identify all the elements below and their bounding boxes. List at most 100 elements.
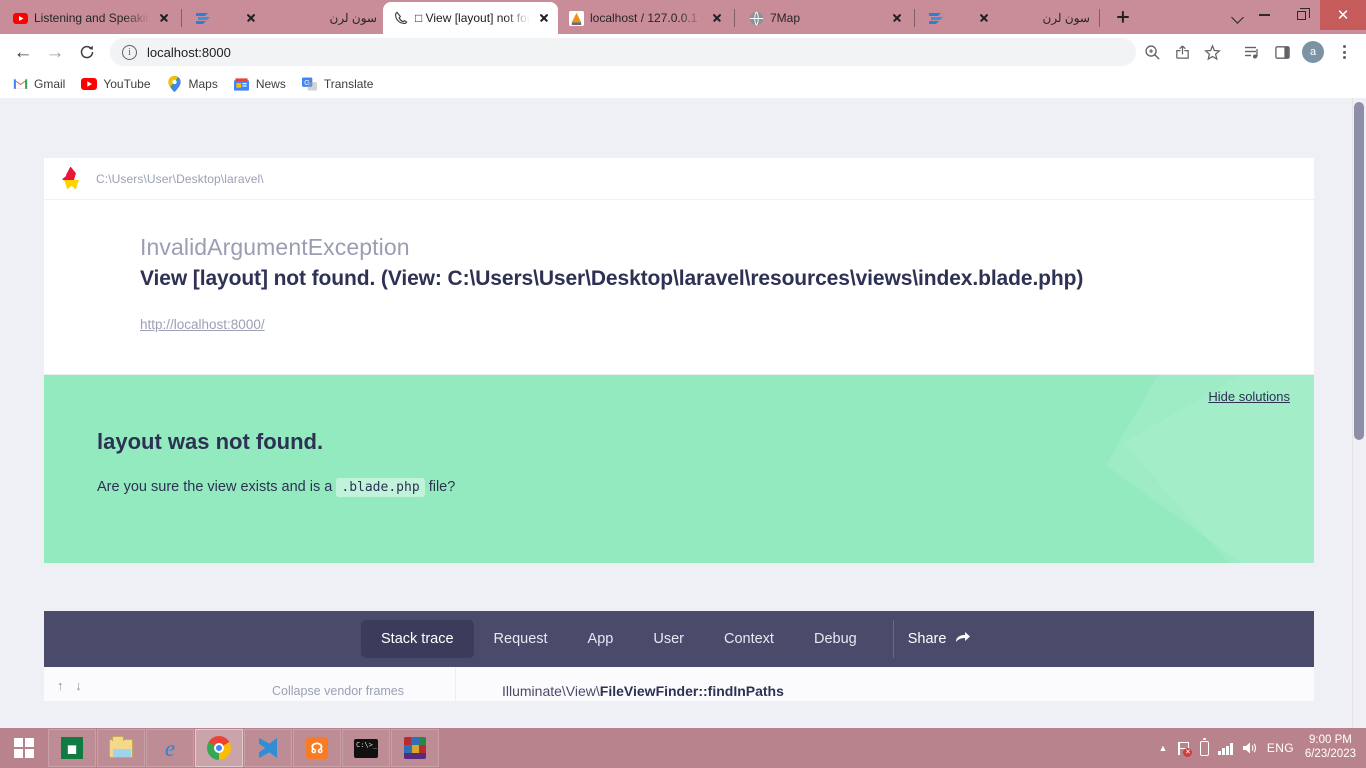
close-window-button[interactable]: ✕ <box>1320 0 1366 30</box>
tab-label: User <box>653 631 684 647</box>
solution-title: layout was not found. <box>97 429 324 454</box>
side-panel-icon[interactable] <box>1268 38 1296 66</box>
taskbar-winrar[interactable] <box>391 729 439 767</box>
language-indicator[interactable]: ENG <box>1267 741 1294 755</box>
close-icon[interactable] <box>976 10 992 26</box>
scrollbar-thumb[interactable] <box>1354 102 1364 440</box>
tab-pinned-sevenlearn-2[interactable] <box>918 2 966 34</box>
clock-time: 9:00 PM <box>1309 734 1352 747</box>
avatar[interactable]: a <box>1302 41 1324 63</box>
clock[interactable]: 9:00 PM 6/23/2023 <box>1303 734 1356 761</box>
solution-desc-before: Are you sure the view exists and is a <box>97 479 333 495</box>
bookmark-maps[interactable]: Maps <box>167 76 218 92</box>
folder-icon <box>108 735 134 761</box>
bookmark-star-icon[interactable] <box>1198 38 1226 66</box>
close-icon[interactable] <box>889 10 905 26</box>
tab-divider <box>1099 9 1100 27</box>
tab-sevenlearn-1[interactable]: سون لرن <box>233 2 383 34</box>
site-info-icon[interactable]: i <box>122 44 137 60</box>
network-bars-icon[interactable] <box>1218 742 1233 755</box>
sort-arrows-icon[interactable]: ↑ ↓ <box>57 678 86 693</box>
taskbar-microsoft-store[interactable] <box>48 729 96 767</box>
action-center-flag-icon[interactable]: ✕ <box>1176 741 1193 757</box>
ignition-flame-icon <box>62 166 82 191</box>
solution-body: layout was not found. Are you sure the v… <box>44 375 1314 497</box>
taskbar-visual-studio-code[interactable] <box>244 729 292 767</box>
bookmark-youtube[interactable]: YouTube <box>81 76 151 92</box>
frame-method: FileViewFinder::findInPaths <box>599 683 784 699</box>
tab-divider <box>914 9 915 27</box>
stack-frame-detail-column: Illuminate\View\FileViewFinder::findInPa… <box>456 667 1314 701</box>
browser-window: Listening and Speaking سون لرن □ View [l… <box>0 0 1366 728</box>
toolbar-actions: a <box>1138 38 1358 66</box>
reading-list-icon[interactable] <box>1238 38 1266 66</box>
zoom-in-icon[interactable] <box>1138 38 1166 66</box>
window-controls: ✕ <box>1246 0 1366 30</box>
tab-title: سون لرن <box>1042 11 1091 25</box>
share-arrow-icon <box>955 630 971 648</box>
tab-view-layout-not-found[interactable]: □ View [layout] not found <box>383 2 558 34</box>
bookmark-translate[interactable]: G Translate <box>302 76 373 92</box>
volume-icon[interactable] <box>1242 741 1258 755</box>
tab-pinned-sevenlearn-1[interactable] <box>185 2 233 34</box>
share-button[interactable]: Share <box>908 630 972 648</box>
forward-button[interactable]: → <box>40 37 70 67</box>
back-arrow-icon: ← <box>13 41 33 63</box>
tab-request[interactable]: Request <box>474 620 568 658</box>
collapse-vendor-frames-link[interactable]: Collapse vendor frames <box>272 684 404 698</box>
tab-phpmyadmin-localhost[interactable]: localhost / 127.0.0.1 / s <box>558 2 731 34</box>
share-icon[interactable] <box>1168 38 1196 66</box>
tab-divider <box>181 9 182 27</box>
start-button[interactable] <box>0 728 48 768</box>
reload-button[interactable] <box>72 37 102 67</box>
translate-icon: G <box>302 76 318 92</box>
tab-listening-and-speaking[interactable]: Listening and Speaking <box>2 2 178 34</box>
taskbar-xampp[interactable]: ☊ <box>293 729 341 767</box>
close-icon[interactable] <box>536 10 552 26</box>
winrar-icon <box>402 735 428 761</box>
blue-arrows-icon <box>195 10 211 26</box>
tab-label: Context <box>723 631 774 647</box>
page-scrollbar[interactable] <box>1352 98 1366 728</box>
close-icon: ✕ <box>1336 6 1350 24</box>
tab-user[interactable]: User <box>633 620 704 658</box>
reload-icon <box>80 45 94 59</box>
request-url-link[interactable]: http://localhost:8000/ <box>140 317 265 332</box>
show-hidden-icons-chevron-up-icon[interactable]: ▲ <box>1159 743 1168 753</box>
close-icon[interactable] <box>243 10 259 26</box>
windows-start-icon <box>14 738 34 758</box>
tab-title: سون لرن <box>329 11 378 25</box>
tab-context[interactable]: Context <box>704 620 794 658</box>
hide-solutions-link[interactable]: Hide solutions <box>1208 389 1290 404</box>
news-icon <box>234 76 250 92</box>
taskbar-google-chrome[interactable] <box>195 729 243 767</box>
bookmark-news[interactable]: News <box>234 76 286 92</box>
minimize-button[interactable] <box>1246 0 1283 30</box>
gmail-icon <box>12 76 28 92</box>
new-tab-button[interactable] <box>1109 3 1137 31</box>
tab-stack-trace[interactable]: Stack trace <box>361 620 474 658</box>
three-dot-menu-icon[interactable] <box>1330 38 1358 66</box>
bookmark-gmail[interactable]: Gmail <box>12 76 65 92</box>
tab-debug[interactable]: Debug <box>794 620 877 658</box>
tab-label: Request <box>493 631 548 647</box>
bookmark-label: YouTube <box>103 77 151 91</box>
phone-handset-icon <box>393 10 409 26</box>
tab-7map[interactable]: 7Map <box>738 2 911 34</box>
close-icon[interactable] <box>709 10 725 26</box>
address-bar[interactable]: i localhost:8000 <box>110 38 1136 66</box>
taskbar-internet-explorer[interactable]: e <box>146 729 194 767</box>
nav-divider <box>892 620 894 658</box>
tab-title: 7Map <box>770 11 801 25</box>
tab-sevenlearn-2[interactable]: سون لرن <box>966 2 1096 34</box>
battery-icon[interactable] <box>1200 738 1210 756</box>
exception-message: View [layout] not found. (View: C:\Users… <box>140 267 1084 290</box>
maximize-button[interactable] <box>1283 0 1320 30</box>
back-button[interactable]: ← <box>8 37 38 67</box>
youtube-icon <box>12 10 28 26</box>
close-icon[interactable] <box>156 10 172 26</box>
tab-app[interactable]: App <box>568 620 634 658</box>
project-path-bar: C:\Users\User\Desktop\laravel\ <box>44 158 1314 200</box>
taskbar-command-prompt[interactable]: C:\>_ <box>342 729 390 767</box>
taskbar-file-explorer[interactable] <box>97 729 145 767</box>
